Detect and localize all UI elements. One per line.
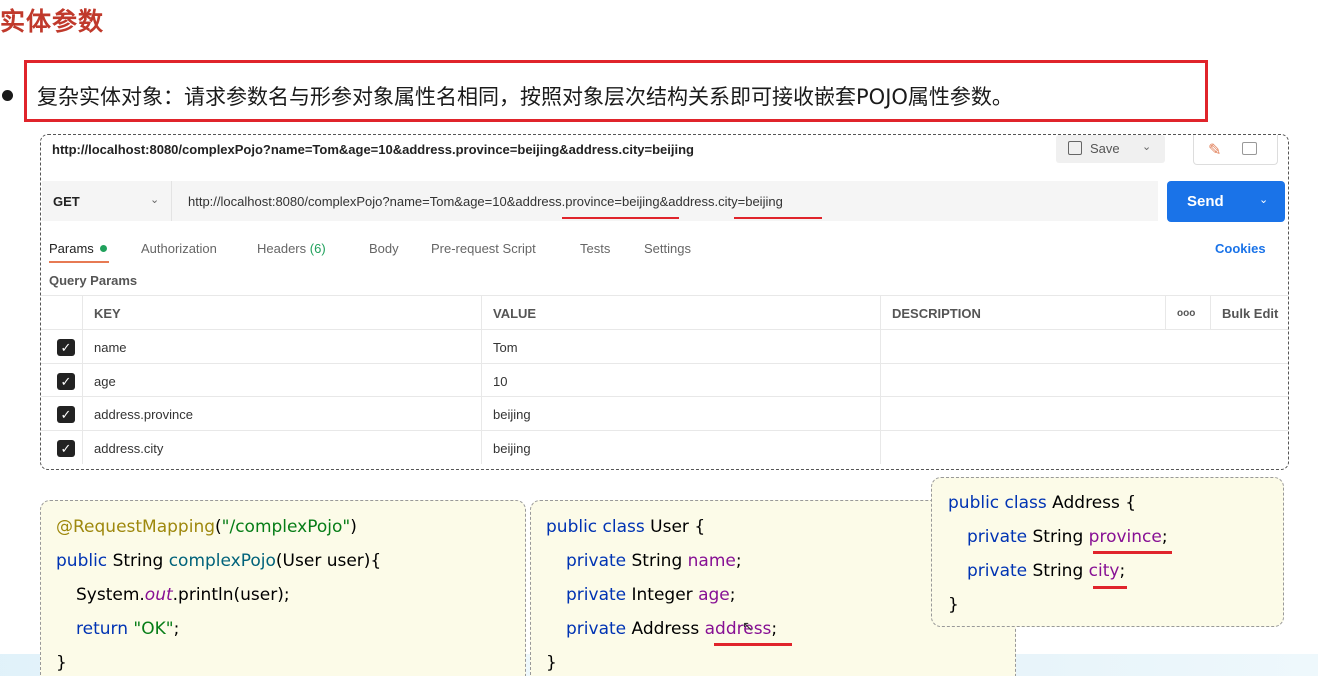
save-button[interactable]: Save ⌄ bbox=[1056, 135, 1165, 163]
save-icon bbox=[1068, 141, 1082, 155]
address-class-code-box: public class Address { private String pr… bbox=[931, 477, 1284, 627]
bullet-highlight-box: 复杂实体对象：请求参数名与形参对象属性名相同，按照对象层次结构关系即可接收嵌套P… bbox=[24, 60, 1208, 122]
city-underline bbox=[1093, 586, 1127, 589]
code-line: } bbox=[546, 653, 557, 673]
send-button[interactable]: Send ⌄ bbox=[1167, 181, 1285, 222]
tab-params[interactable]: Params bbox=[49, 241, 107, 256]
table-header-row: KEY VALUE DESCRIPTION ooo Bulk Edit bbox=[41, 295, 1288, 329]
param-value: beijing bbox=[493, 407, 531, 422]
tab-authorization[interactable]: Authorization bbox=[141, 241, 217, 256]
url-text: http://localhost:8080/complexPojo?name=T… bbox=[188, 194, 783, 209]
checkbox-checked-icon[interactable]: ✓ bbox=[57, 339, 75, 356]
comment-icon[interactable] bbox=[1242, 142, 1257, 155]
param-key: age bbox=[94, 374, 116, 389]
bullet-dot bbox=[2, 90, 13, 101]
checkbox-checked-icon[interactable]: ✓ bbox=[57, 406, 75, 423]
send-label: Send bbox=[1187, 193, 1224, 210]
bulk-edit-button[interactable]: Bulk Edit bbox=[1210, 296, 1288, 329]
tab-body[interactable]: Body bbox=[369, 241, 399, 256]
code-line: private String province; bbox=[967, 527, 1168, 547]
save-label: Save bbox=[1090, 141, 1120, 156]
code-line: System.out.println(user); bbox=[76, 585, 290, 605]
code-line: } bbox=[948, 595, 959, 615]
param-key: address.city bbox=[94, 441, 164, 456]
method-label: GET bbox=[53, 194, 80, 209]
param-key: name bbox=[94, 340, 127, 355]
col-key: KEY bbox=[94, 306, 121, 321]
param-key: address.province bbox=[94, 407, 193, 422]
code-line: private String name; bbox=[566, 551, 742, 571]
url-province-underline bbox=[562, 217, 679, 219]
code-line: public class User { bbox=[546, 517, 706, 537]
method-select[interactable]: GET ⌄ bbox=[42, 181, 172, 221]
active-tab-indicator bbox=[49, 261, 109, 263]
request-title: http://localhost:8080/complexPojo?name=T… bbox=[52, 142, 695, 157]
param-value: beijing bbox=[493, 441, 531, 456]
code-line: public class Address { bbox=[948, 493, 1137, 513]
tab-headers[interactable]: Headers (6) bbox=[257, 241, 326, 256]
pencil-icon[interactable]: ✎ bbox=[1208, 140, 1221, 160]
chevron-down-icon: ⌄ bbox=[150, 194, 160, 206]
table-row: ✓ address.city beijing bbox=[41, 430, 1288, 464]
province-underline bbox=[1093, 551, 1172, 554]
code-line: private Integer age; bbox=[566, 585, 736, 605]
query-params-label: Query Params bbox=[49, 273, 138, 288]
url-input[interactable]: http://localhost:8080/complexPojo?name=T… bbox=[172, 181, 1158, 221]
table-row: ✓ age 10 bbox=[41, 363, 1288, 397]
col-description: DESCRIPTION bbox=[892, 306, 981, 321]
controller-code-box: @RequestMapping("/complexPojo") public S… bbox=[40, 500, 526, 676]
checkbox-checked-icon[interactable]: ✓ bbox=[57, 440, 75, 457]
url-city-underline bbox=[734, 217, 822, 219]
table-row: ✓ name Tom bbox=[41, 329, 1288, 363]
slide-title: 实体参数 bbox=[0, 7, 105, 36]
address-underline bbox=[714, 643, 792, 646]
postman-panel: http://localhost:8080/complexPojo?name=T… bbox=[40, 134, 1289, 470]
code-line: return "OK"; bbox=[76, 619, 180, 639]
chevron-down-icon[interactable]: ⌄ bbox=[1142, 140, 1151, 153]
tab-prerequest[interactable]: Pre-request Script bbox=[431, 241, 536, 256]
col-value: VALUE bbox=[493, 306, 537, 321]
mouse-cursor-icon: ↖ bbox=[742, 619, 754, 635]
params-active-dot bbox=[99, 245, 107, 252]
checkbox-checked-icon[interactable]: ✓ bbox=[57, 373, 75, 390]
chevron-down-icon[interactable]: ⌄ bbox=[1259, 193, 1268, 206]
param-value: Tom bbox=[493, 340, 518, 355]
tab-settings[interactable]: Settings bbox=[644, 241, 691, 256]
bullet-text: 复杂实体对象：请求参数名与形参对象属性名相同，按照对象层次结构关系即可接收嵌套P… bbox=[37, 85, 1013, 109]
code-line: private String city; bbox=[967, 561, 1126, 581]
table-row: ✓ address.province beijing bbox=[41, 396, 1288, 430]
code-line: @RequestMapping("/complexPojo") bbox=[56, 517, 357, 537]
code-line: public String complexPojo(User user){ bbox=[56, 551, 382, 571]
code-line: } bbox=[56, 653, 67, 673]
view-toggle: ✎ bbox=[1193, 135, 1278, 165]
cookies-link[interactable]: Cookies bbox=[1215, 241, 1266, 256]
param-value: 10 bbox=[493, 374, 508, 389]
more-options-icon[interactable]: ooo bbox=[1165, 296, 1210, 329]
tab-tests[interactable]: Tests bbox=[580, 241, 610, 256]
